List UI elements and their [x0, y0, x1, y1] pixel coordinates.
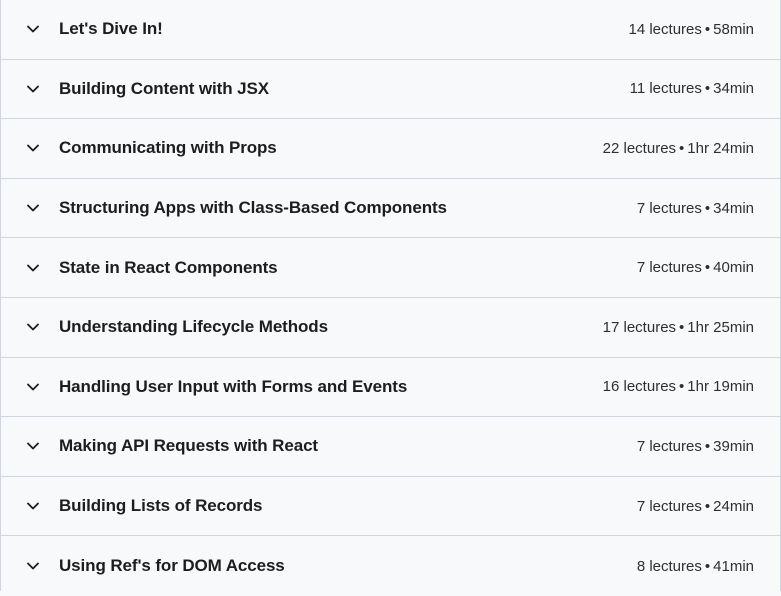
chevron-down-icon: [26, 82, 40, 96]
section-meta: 7 lectures • 24min: [637, 498, 754, 515]
lecture-count: 7 lectures: [636, 259, 702, 277]
chevron-down-icon: [26, 499, 40, 513]
section-meta: 8 lectures • 41min: [637, 558, 754, 575]
section-duration: 1hr 25min: [687, 318, 754, 336]
section-meta: 14 lectures • 58min: [629, 21, 755, 38]
separator: •: [704, 259, 711, 277]
section-duration: 34min: [713, 80, 754, 98]
section-duration: 58min: [713, 20, 754, 38]
section-duration: 24min: [713, 497, 754, 515]
section-title: Structuring Apps with Class-Based Compon…: [59, 198, 447, 218]
section-header[interactable]: Making API Requests with React 7 lecture…: [1, 417, 780, 477]
lecture-count: 16 lectures: [602, 378, 677, 396]
section-header[interactable]: Understanding Lifecycle Methods 17 lectu…: [1, 298, 780, 358]
chevron-down-icon: [26, 261, 40, 275]
section-header[interactable]: Structuring Apps with Class-Based Compon…: [1, 179, 780, 239]
separator: •: [704, 199, 711, 217]
lecture-count: 7 lectures: [636, 497, 702, 515]
section-header[interactable]: State in React Components 7 lectures • 40m…: [1, 238, 780, 298]
separator: •: [704, 557, 711, 575]
lecture-count: 7 lectures: [636, 199, 702, 217]
section-header[interactable]: Communicating with Props 22 lectures • 1hr…: [1, 119, 780, 179]
section-title: Understanding Lifecycle Methods: [59, 317, 328, 337]
section-duration: 34min: [713, 199, 754, 217]
lecture-count: 11 lectures: [629, 80, 702, 98]
section-header[interactable]: Using Ref's for DOM Access 8 lectures • 41…: [1, 536, 780, 596]
section-duration: 40min: [713, 259, 754, 277]
section-duration: 41min: [713, 557, 754, 575]
lecture-count: 22 lectures: [602, 139, 677, 157]
section-header[interactable]: Building Content with JSX 11 lectures • 34…: [1, 60, 780, 120]
section-duration: 39min: [713, 437, 754, 455]
course-curriculum: Let's Dive In! 14 lectures • 58min Buildin…: [0, 0, 781, 591]
section-title: Let's Dive In!: [59, 19, 163, 39]
section-title: Making API Requests with React: [59, 436, 318, 456]
section-header[interactable]: Building Lists of Records 7 lectures • 24m…: [1, 477, 780, 537]
chevron-down-icon: [26, 22, 40, 36]
section-duration: 1hr 24min: [687, 139, 754, 157]
section-title: Communicating with Props: [59, 138, 277, 158]
section-meta: 22 lectures • 1hr 24min: [603, 140, 754, 157]
section-title: State in React Components: [59, 257, 278, 277]
separator: •: [679, 318, 685, 336]
section-meta: 7 lectures • 39min: [637, 438, 754, 455]
chevron-down-icon: [26, 559, 40, 573]
section-duration: 1hr 19min: [687, 378, 754, 396]
chevron-down-icon: [26, 201, 40, 215]
chevron-down-icon: [26, 380, 40, 394]
section-header[interactable]: Let's Dive In! 14 lectures • 58min: [1, 0, 780, 60]
section-title: Handling User Input with Forms and Event…: [59, 376, 408, 396]
section-header[interactable]: Handling User Input with Forms and Event…: [1, 358, 780, 418]
section-meta: 7 lectures • 40min: [637, 259, 754, 276]
chevron-down-icon: [26, 141, 40, 155]
separator: •: [704, 80, 711, 98]
lecture-count: 7 lectures: [636, 437, 702, 455]
lecture-count: 17 lectures: [602, 318, 677, 336]
section-meta: 11 lectures • 34min: [630, 80, 754, 97]
section-title: Using Ref's for DOM Access: [59, 556, 285, 576]
section-meta: 16 lectures • 1hr 19min: [603, 378, 754, 395]
chevron-down-icon: [26, 439, 40, 453]
lecture-count: 8 lectures: [636, 557, 702, 575]
separator: •: [704, 437, 711, 455]
separator: •: [679, 378, 685, 396]
separator: •: [679, 139, 685, 157]
chevron-down-icon: [26, 320, 40, 334]
separator: •: [704, 497, 711, 515]
section-title: Building Content with JSX: [59, 78, 269, 98]
section-meta: 7 lectures • 34min: [637, 200, 754, 217]
section-meta: 17 lectures • 1hr 25min: [603, 319, 754, 336]
section-title: Building Lists of Records: [59, 496, 263, 516]
lecture-count: 14 lectures: [628, 20, 702, 38]
separator: •: [704, 20, 711, 38]
